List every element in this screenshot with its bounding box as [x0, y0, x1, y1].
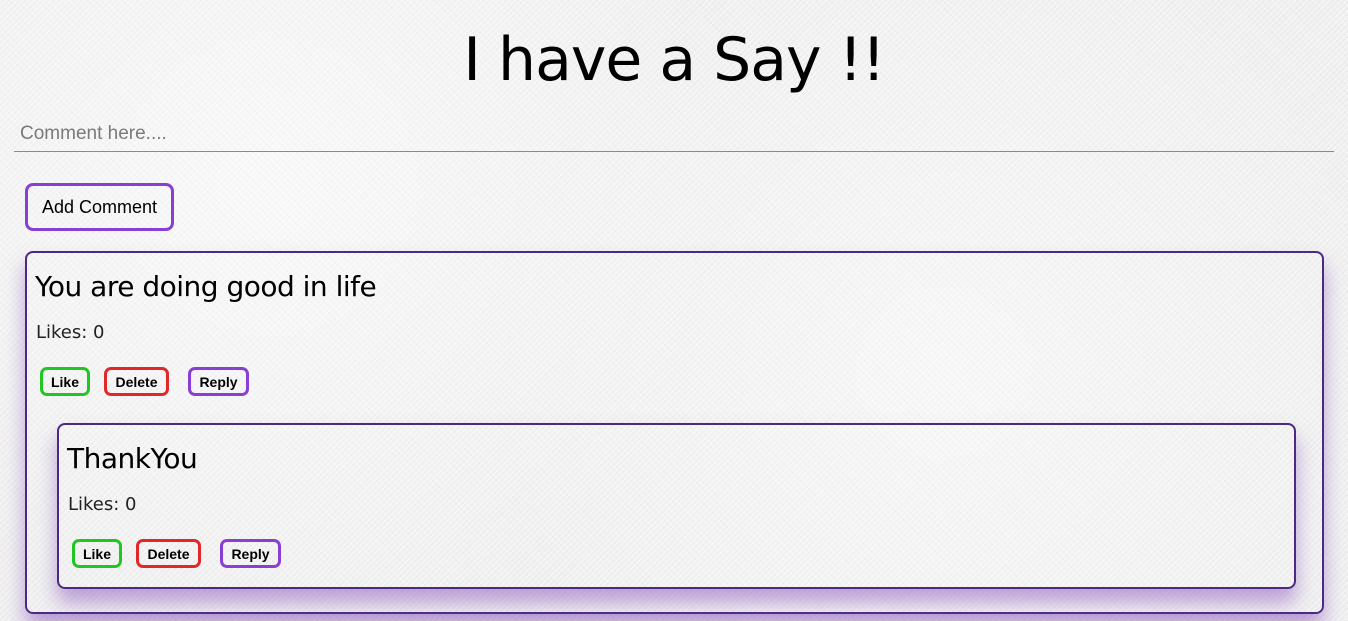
comment-card: You are doing good in life Likes: 0 Like…	[25, 251, 1324, 614]
reply-reply-button[interactable]: Reply	[220, 539, 281, 568]
delete-button[interactable]: Delete	[104, 367, 169, 396]
reply-delete-button[interactable]: Delete	[136, 539, 201, 568]
reply-card: ThankYou Likes: 0 Like Delete Reply	[57, 423, 1296, 589]
comment-input[interactable]	[14, 116, 1334, 152]
reply-text: ThankYou	[67, 442, 198, 475]
page-title: I have a Say !!	[463, 25, 885, 95]
comment-text: You are doing good in life	[35, 270, 377, 303]
like-button[interactable]: Like	[40, 367, 90, 396]
reply-button[interactable]: Reply	[188, 367, 249, 396]
add-comment-button[interactable]: Add Comment	[25, 183, 174, 231]
likes-count: Likes: 0	[36, 322, 105, 343]
reply-likes-count: Likes: 0	[68, 494, 137, 515]
reply-like-button[interactable]: Like	[72, 539, 122, 568]
